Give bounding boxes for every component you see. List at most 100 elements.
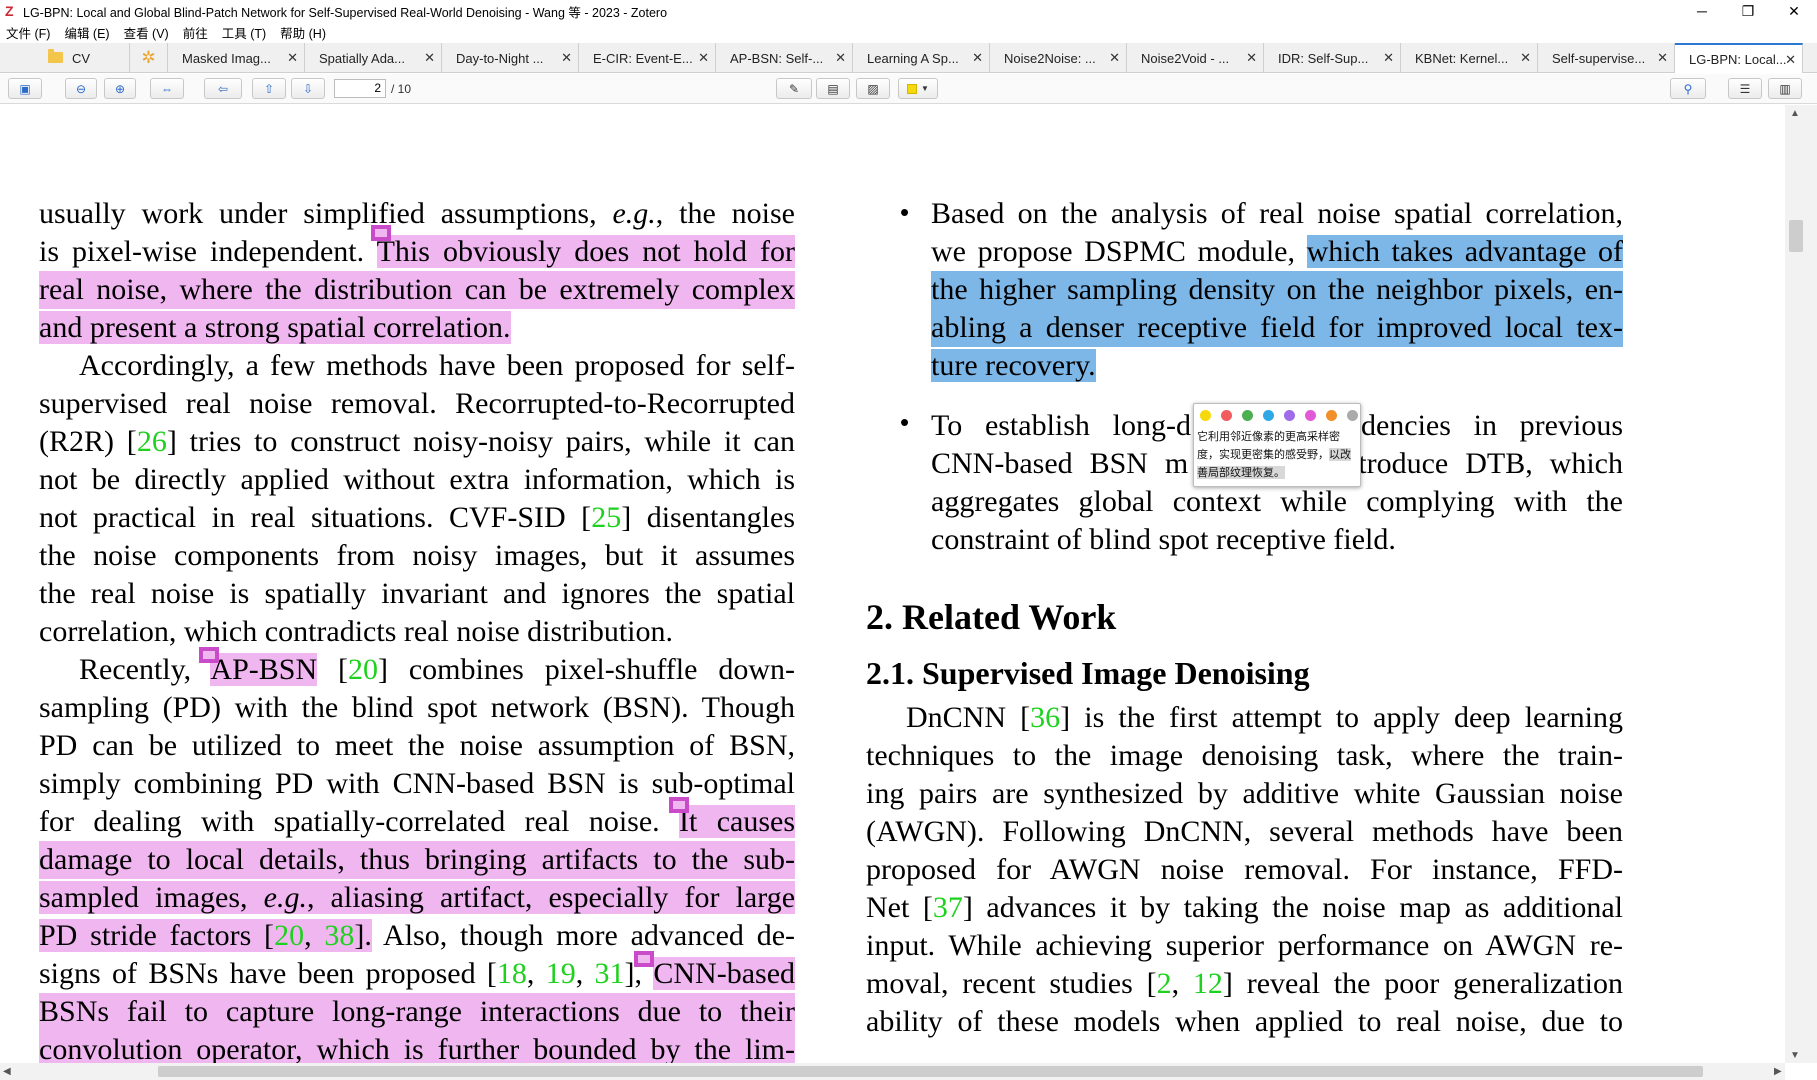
page-number-input[interactable]: 2 xyxy=(334,79,386,98)
citation-link[interactable]: 26 xyxy=(137,425,167,458)
close-icon[interactable]: ✕ xyxy=(1246,50,1257,66)
highlight-annotation[interactable]: BSNs fail to capture long-range interact… xyxy=(39,993,795,1031)
scroll-up-icon[interactable]: ▲ xyxy=(1790,108,1800,119)
highlight-tool-button[interactable]: ✎ xyxy=(776,78,812,99)
scroll-right-icon[interactable]: ▶ xyxy=(1774,1066,1782,1077)
area-tool-button[interactable]: ▨ xyxy=(856,78,890,99)
color-picker-button[interactable]: ▼ xyxy=(898,78,938,99)
close-icon[interactable]: ✕ xyxy=(561,50,572,66)
color-purple-button[interactable] xyxy=(1284,410,1295,421)
highlight-annotation[interactable]: It causes xyxy=(679,805,795,838)
tab-library[interactable]: CV xyxy=(0,43,130,73)
highlight-annotation[interactable]: This obviously does not hold for xyxy=(376,235,795,268)
scroll-down-icon[interactable]: ▼ xyxy=(1790,1050,1800,1061)
close-icon[interactable]: ✕ xyxy=(1383,50,1394,66)
pane-icon: ▥ xyxy=(1779,81,1791,96)
tab-document[interactable]: Noise2Noise: ... ✕ xyxy=(990,43,1127,73)
citation-link[interactable]: 37 xyxy=(933,891,963,924)
tab-document-active[interactable]: LG-BPN: Local... ✕ xyxy=(1675,43,1803,73)
horizontal-scroll-thumb[interactable] xyxy=(158,1066,1703,1077)
highlight-annotation[interactable]: convolution operator, which is further b… xyxy=(39,1031,795,1063)
menu-help[interactable]: 帮助 (H) xyxy=(280,23,326,42)
citation-link[interactable]: 36 xyxy=(1030,701,1060,734)
color-yellow-button[interactable] xyxy=(1200,410,1211,421)
menu-tools[interactable]: 工具 (T) xyxy=(222,23,266,42)
highlight-annotation[interactable]: AP-BSN xyxy=(210,653,318,686)
note-marker-icon[interactable] xyxy=(371,225,391,241)
toggle-sidebar-button[interactable]: ▣ xyxy=(8,78,42,99)
zoom-fit-button[interactable]: ⇔ xyxy=(150,78,184,99)
highlight-annotation[interactable]: CNN-based xyxy=(653,957,796,990)
tab-document[interactable]: Noise2Void - ... ✕ xyxy=(1127,43,1264,73)
citation-link[interactable]: 31 xyxy=(595,957,625,990)
zoom-in-button[interactable]: ⊕ xyxy=(104,78,136,99)
close-icon[interactable]: ✕ xyxy=(698,50,709,66)
pdf-viewport[interactable]: usually work under simplified assumption… xyxy=(0,105,1785,1063)
note-tool-button[interactable]: ▤ xyxy=(816,78,850,99)
close-window-button[interactable]: ✕ xyxy=(1771,0,1817,22)
translation-text[interactable]: 它利用邻近像素的更高采样密度，实现更密集的感受野，以改善局部纹理恢复。 xyxy=(1197,428,1355,482)
color-magenta-button[interactable] xyxy=(1305,410,1316,421)
citation-link[interactable]: 18 xyxy=(497,957,527,990)
close-icon[interactable]: ✕ xyxy=(972,50,983,66)
note-marker-icon[interactable] xyxy=(199,647,219,663)
highlight-annotation[interactable]: damage to local details, thus bringing a… xyxy=(39,841,795,879)
citation-link[interactable]: 12 xyxy=(1193,967,1223,1000)
tab-document[interactable]: KBNet: Kernel... ✕ xyxy=(1401,43,1538,73)
highlight-annotation[interactable]: abling a denser receptive field for impr… xyxy=(931,309,1623,347)
minimize-button[interactable]: ─ xyxy=(1679,0,1725,22)
color-green-button[interactable] xyxy=(1242,410,1253,421)
context-pane-button[interactable]: ▥ xyxy=(1768,78,1802,99)
close-icon[interactable]: ✕ xyxy=(1109,50,1120,66)
tab-label: Day-to-Night ... xyxy=(456,50,544,66)
outline-button[interactable]: ☰ xyxy=(1728,78,1762,99)
next-page-button[interactable]: ⇩ xyxy=(291,78,325,99)
tab-document[interactable]: AP-BSN: Self-... ✕ xyxy=(716,43,853,73)
tab-document[interactable]: IDR: Self-Sup... ✕ xyxy=(1264,43,1401,73)
menu-edit[interactable]: 编辑 (E) xyxy=(64,23,109,42)
highlight-annotation[interactable]: ture recovery. xyxy=(931,349,1096,382)
close-icon[interactable]: ✕ xyxy=(1657,50,1668,66)
citation-link[interactable]: 2 xyxy=(1157,967,1172,1000)
menu-view[interactable]: 查看 (V) xyxy=(124,23,169,42)
menu-go[interactable]: 前往 xyxy=(183,23,208,42)
citation-link[interactable]: 20 xyxy=(348,653,378,686)
tab-document[interactable]: Learning A Sp... ✕ xyxy=(853,43,990,73)
close-icon[interactable]: ✕ xyxy=(287,50,298,66)
tab-document[interactable]: E-CIR: Event-E... ✕ xyxy=(579,43,716,73)
close-icon[interactable]: ✕ xyxy=(1520,50,1531,66)
menu-file[interactable]: 文件 (F) xyxy=(6,23,50,42)
tab-document[interactable]: Spatially Ada... ✕ xyxy=(305,43,442,73)
note-marker-icon[interactable] xyxy=(669,797,689,813)
text-line: DnCNN [36] is the first attempt to apply… xyxy=(906,701,1623,734)
citation-link[interactable]: 19 xyxy=(546,957,576,990)
note-marker-icon[interactable] xyxy=(634,951,654,967)
close-icon[interactable]: ✕ xyxy=(835,50,846,66)
highlight-annotation[interactable]: and present a strong spatial correlation… xyxy=(39,311,511,344)
close-icon[interactable]: ✕ xyxy=(1785,52,1796,68)
color-gray-button[interactable] xyxy=(1347,410,1358,421)
navigate-back-button[interactable]: ⇦ xyxy=(204,78,242,99)
tab-document[interactable]: Day-to-Night ... ✕ xyxy=(442,43,579,73)
tab-document[interactable]: Self-supervise... ✕ xyxy=(1538,43,1675,73)
tab-extension[interactable]: ✲ xyxy=(130,43,168,73)
vertical-scroll-thumb[interactable] xyxy=(1789,220,1803,252)
color-red-button[interactable] xyxy=(1221,410,1232,421)
highlight-annotation[interactable]: real noise, where the distribution can b… xyxy=(39,271,795,309)
scroll-left-icon[interactable]: ◀ xyxy=(3,1066,11,1077)
page-total: / 10 xyxy=(391,82,412,96)
zoom-out-button[interactable]: ⊖ xyxy=(65,78,97,99)
highlight-annotation[interactable]: the higher sampling density on the neigh… xyxy=(931,271,1623,309)
maximize-button[interactable]: ❐ xyxy=(1725,0,1771,22)
color-orange-button[interactable] xyxy=(1326,410,1337,421)
tab-document[interactable]: Masked Imag... ✕ xyxy=(168,43,305,73)
color-blue-button[interactable] xyxy=(1263,410,1274,421)
previous-page-button[interactable]: ⇧ xyxy=(252,78,286,99)
annotation-popup[interactable]: 它利用邻近像素的更高采样密度，实现更密集的感受野，以改善局部纹理恢复。 xyxy=(1193,403,1361,487)
search-button[interactable]: ⚲ xyxy=(1670,78,1706,99)
close-icon[interactable]: ✕ xyxy=(424,50,435,66)
highlight-annotation[interactable]: which takes advantage of xyxy=(1306,235,1624,268)
citation-link[interactable]: 25 xyxy=(591,501,621,534)
highlight-annotation[interactable]: sampled images, e.g., aliasing artifact,… xyxy=(39,881,796,914)
highlight-annotation[interactable]: PD stride factors [20, 38]. xyxy=(39,919,372,952)
